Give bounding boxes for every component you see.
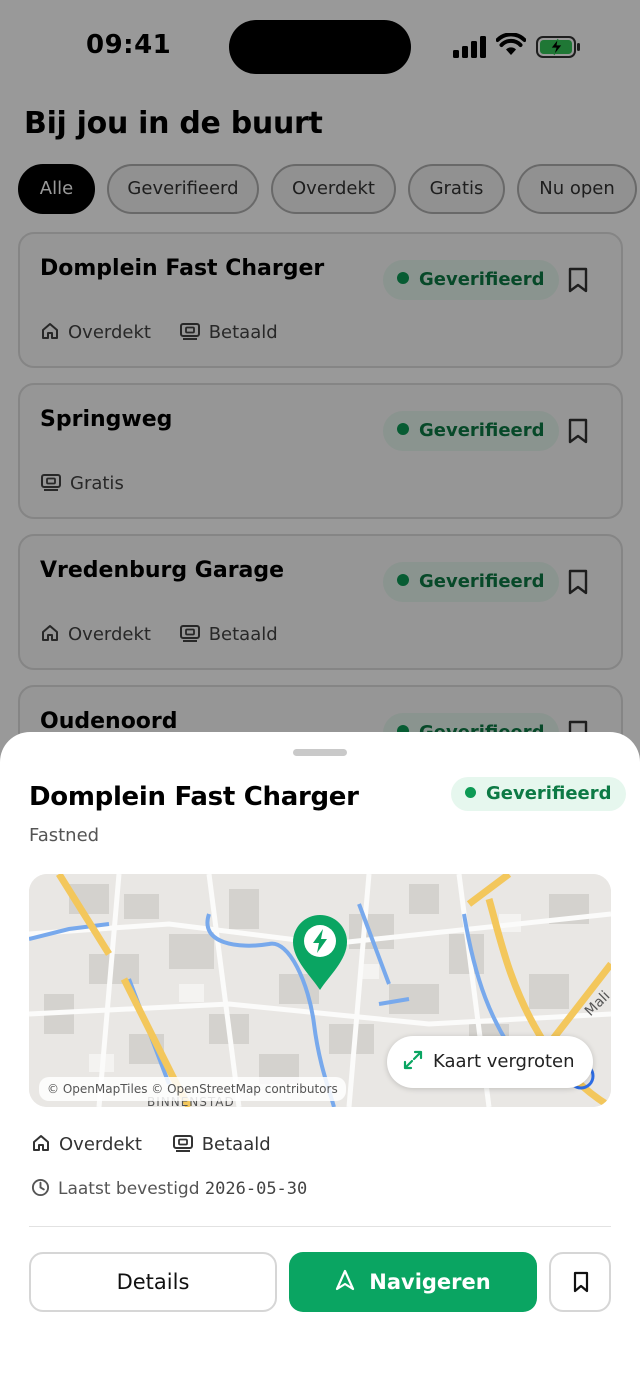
charger-pin-icon[interactable]	[291, 914, 349, 992]
sheet-operator: Fastned	[29, 825, 100, 846]
sheet-title: Domplein Fast Charger	[29, 782, 359, 812]
navigate-button[interactable]: Navigeren	[289, 1252, 537, 1312]
home-icon	[33, 1135, 49, 1151]
navigate-label: Navigeren	[369, 1270, 491, 1294]
clock-icon	[31, 1178, 50, 1196]
location-map[interactable]: BINNENSTAD Mali © OpenMapTiles © OpenStr…	[29, 874, 611, 1107]
map-attribution: © OpenMapTiles © OpenStreetMap contribut…	[39, 1077, 346, 1101]
sheet-tags: Overdekt Betaald	[31, 1134, 295, 1155]
save-button[interactable]	[549, 1252, 611, 1312]
expand-map-label: Kaart vergroten	[433, 1051, 575, 1072]
divider	[29, 1226, 611, 1227]
last-confirmed: Laatst bevestigd 2026-05-30	[31, 1178, 308, 1199]
sheet-drag-handle[interactable]	[293, 749, 347, 756]
details-button[interactable]: Details	[29, 1252, 277, 1312]
wallet-icon	[172, 1135, 193, 1152]
charger-detail-sheet: Domplein Fast Charger Fastned Geverifiee…	[0, 732, 640, 1391]
expand-icon	[403, 1050, 423, 1070]
bookmark-icon	[573, 1271, 589, 1293]
verified-badge: Geverifieerd	[451, 777, 626, 811]
last-confirmed-date: 2026-05-30	[204, 1179, 308, 1199]
navigation-arrow-icon	[336, 1269, 355, 1291]
expand-map-button[interactable]: Kaart vergroten	[387, 1036, 593, 1088]
